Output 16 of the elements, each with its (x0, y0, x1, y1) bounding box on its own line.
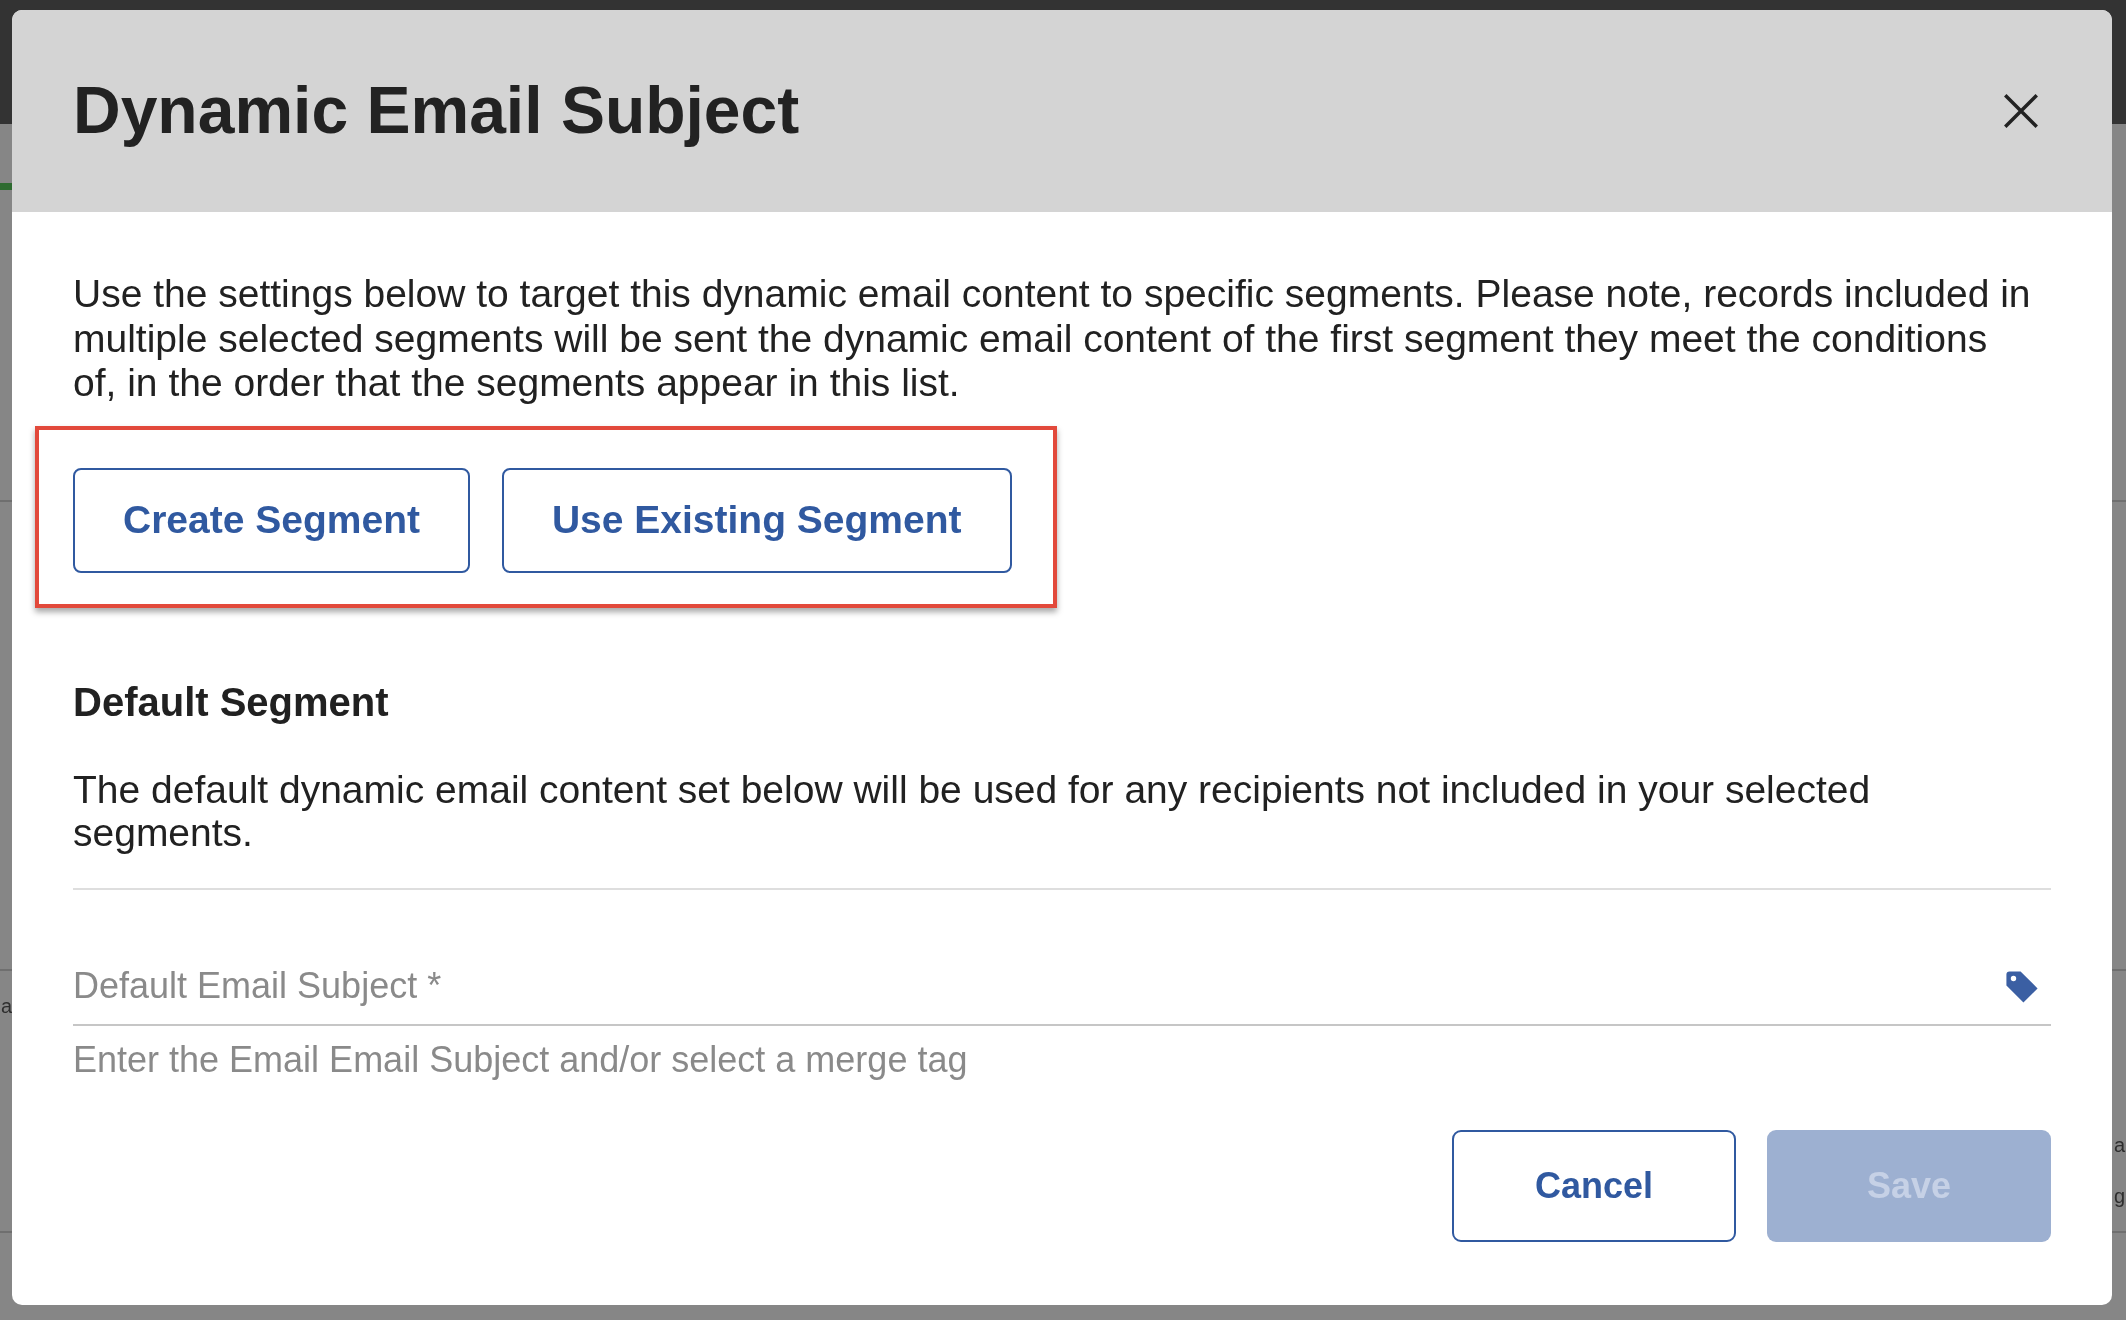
backdrop-text: a (2114, 1134, 2126, 1156)
secondary-button[interactable]: Cancel (1452, 1129, 1736, 1242)
backdrop-text: a (1, 995, 13, 1017)
close-button[interactable] (2003, 93, 2039, 129)
section-description: The default dynamic email content set below will be used for any recipients not included in your selected segments. (73, 767, 1872, 855)
backdrop-text: g (2114, 1185, 2126, 1207)
dialog-title: Dynamic Email Subject (73, 72, 800, 150)
section-heading: Default Segment (73, 678, 390, 726)
close-icon (2003, 93, 2039, 129)
subject-input[interactable]: Default Email Subject * (73, 960, 2051, 1026)
segment-button[interactable]: Use Existing Segment (501, 467, 1012, 573)
segment-button[interactable]: Create Segment (73, 467, 470, 573)
tag-icon[interactable] (2005, 969, 2039, 1004)
intro-text: Use the settings below to target this dynamic email content to specific segments. Please note, records included in multiple selected segments will be sent the dynamic email content of the first segment they meet the conditions of, in the order that the segments appear in this list. (73, 272, 2032, 406)
backdrop-strip (0, 183, 12, 190)
helper-text: Enter the Email Email Subject and/or select a merge tag (73, 1037, 969, 1082)
